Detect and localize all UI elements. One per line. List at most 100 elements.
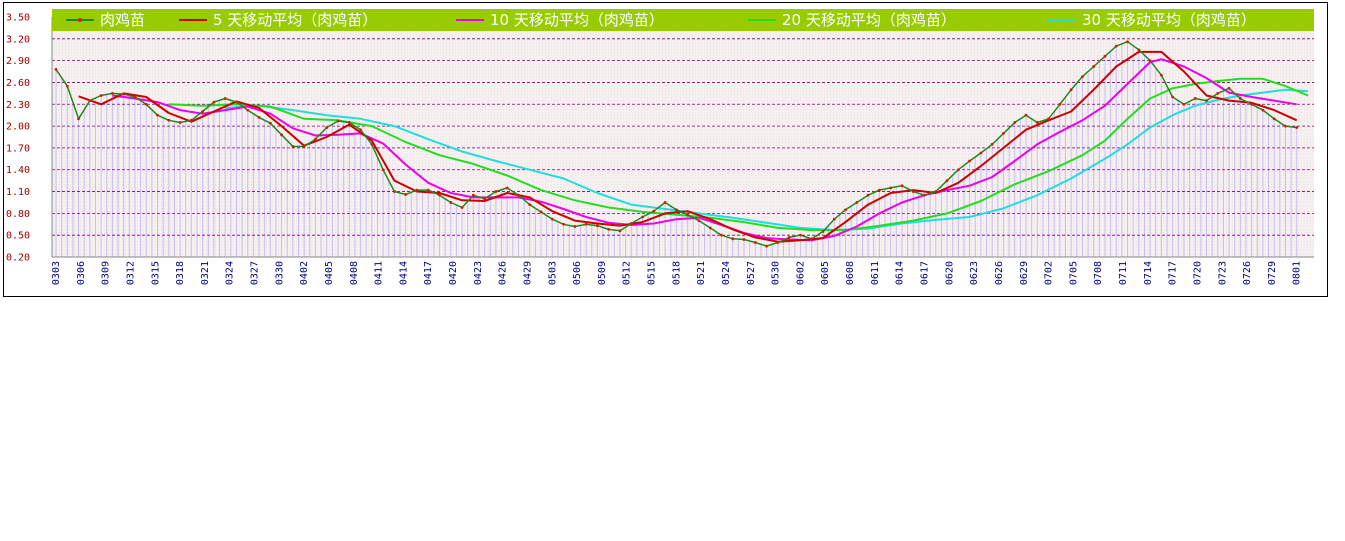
data-point (1103, 54, 1107, 58)
data-point (652, 209, 656, 213)
legend-label-ma20: 20 天移动平均（肉鸡苗） (782, 11, 956, 29)
x-tick-label: 0629 (1019, 261, 1030, 285)
data-point (122, 92, 126, 96)
x-tick-label: 0330 (274, 261, 285, 285)
x-tick-label: 0521 (696, 261, 707, 285)
data-point (257, 115, 261, 119)
data-point (54, 67, 58, 71)
x-tick-label: 0614 (895, 261, 906, 285)
data-point (336, 119, 340, 123)
data-point (517, 193, 520, 197)
data-point (821, 230, 825, 233)
data-point (1114, 44, 1118, 48)
y-tick-label: 2.90 (6, 56, 30, 67)
data-point (1137, 48, 1141, 52)
data-point (460, 206, 464, 209)
x-tick-label: 0729 (1267, 261, 1278, 285)
data-point (753, 241, 757, 244)
data-point (674, 208, 678, 212)
data-point (144, 102, 148, 106)
data-point (178, 121, 182, 124)
data-point (1171, 95, 1175, 99)
x-tick-label: 0626 (994, 261, 1005, 285)
data-point (573, 225, 577, 228)
data-point (855, 201, 859, 204)
x-tick-label: 0605 (820, 261, 831, 285)
data-point (765, 244, 768, 248)
data-point (167, 118, 171, 122)
x-tick-label: 0312 (125, 261, 136, 285)
y-tick-label: 3.20 (6, 34, 30, 45)
data-point (708, 226, 712, 230)
data-point (877, 188, 881, 192)
data-point (731, 237, 735, 241)
y-tick-label: 2.00 (6, 122, 30, 133)
data-point (720, 233, 723, 237)
plot-background (52, 17, 1314, 257)
data-point (1295, 126, 1299, 129)
data-point (1148, 59, 1152, 63)
data-point (415, 188, 419, 192)
data-point (156, 113, 159, 117)
data-point (235, 100, 238, 104)
x-tick-label: 0527 (746, 261, 757, 285)
x-tick-label: 0620 (944, 261, 955, 285)
x-tick-label: 0723 (1217, 261, 1228, 285)
data-point (77, 117, 80, 121)
data-point (686, 213, 690, 217)
data-point (1284, 124, 1287, 128)
x-tick-label: 0720 (1192, 261, 1203, 285)
data-point (629, 222, 633, 225)
x-tick-label: 0602 (795, 261, 806, 285)
x-tick-label: 0429 (522, 261, 533, 285)
data-point (1227, 86, 1231, 90)
data-point (550, 217, 554, 221)
data-point (314, 137, 317, 141)
x-tick-label: 0420 (448, 261, 459, 285)
x-tick-label: 0702 (1044, 261, 1055, 285)
data-point (663, 201, 667, 204)
data-point (1159, 73, 1163, 77)
x-tick-label: 0411 (374, 261, 385, 285)
data-point (201, 110, 205, 113)
data-point (1081, 75, 1084, 79)
x-tick-label: 0303 (51, 261, 62, 285)
x-tick-label: 0611 (870, 261, 881, 285)
x-tick-label: 0711 (1118, 261, 1129, 285)
data-point (911, 190, 915, 193)
legend-label-ma10: 10 天移动平均（肉鸡苗） (490, 11, 664, 29)
legend-marker (78, 18, 82, 22)
data-point (799, 233, 802, 237)
data-point (189, 118, 193, 122)
x-tick-label: 0726 (1242, 261, 1253, 285)
y-axis: 3.50 3.20 2.90 2.60 2.30 2.00 1.70 1.40 1.10 0.80… (6, 13, 53, 264)
data-point (1035, 121, 1039, 124)
x-tick-label: 0408 (349, 261, 360, 285)
data-point (1182, 102, 1186, 106)
y-tick-label: 1.10 (6, 187, 30, 198)
data-point (1126, 40, 1129, 44)
data-point (844, 208, 847, 212)
x-tick-label: 0426 (498, 261, 509, 285)
chart-frame: 3.50 3.20 2.90 2.60 2.30 2.00 1.70 1.40 1.10 0.80… (3, 2, 1328, 297)
data-point (1216, 91, 1220, 95)
data-point (1058, 102, 1062, 106)
data-point (923, 193, 926, 197)
data-point (607, 227, 611, 231)
data-point (404, 193, 408, 196)
x-tick-label: 0714 (1143, 261, 1154, 285)
legend-label-ma5: 5 天移动平均（肉鸡苗） (213, 11, 377, 29)
data-point (1024, 113, 1028, 117)
data-point (979, 151, 983, 155)
x-tick-label: 0423 (473, 261, 484, 285)
data-point (65, 84, 69, 88)
data-point (302, 145, 306, 148)
data-point (990, 142, 994, 146)
x-tick-label: 0417 (423, 261, 434, 285)
x-tick-label: 0717 (1168, 261, 1179, 285)
data-point (787, 235, 791, 239)
chart-svg: 3.50 3.20 2.90 2.60 2.30 2.00 1.70 1.40 1.10 0.80… (6, 9, 1314, 285)
y-tick-label: 0.50 (6, 231, 30, 242)
data-point (325, 126, 329, 129)
data-point (110, 91, 114, 95)
